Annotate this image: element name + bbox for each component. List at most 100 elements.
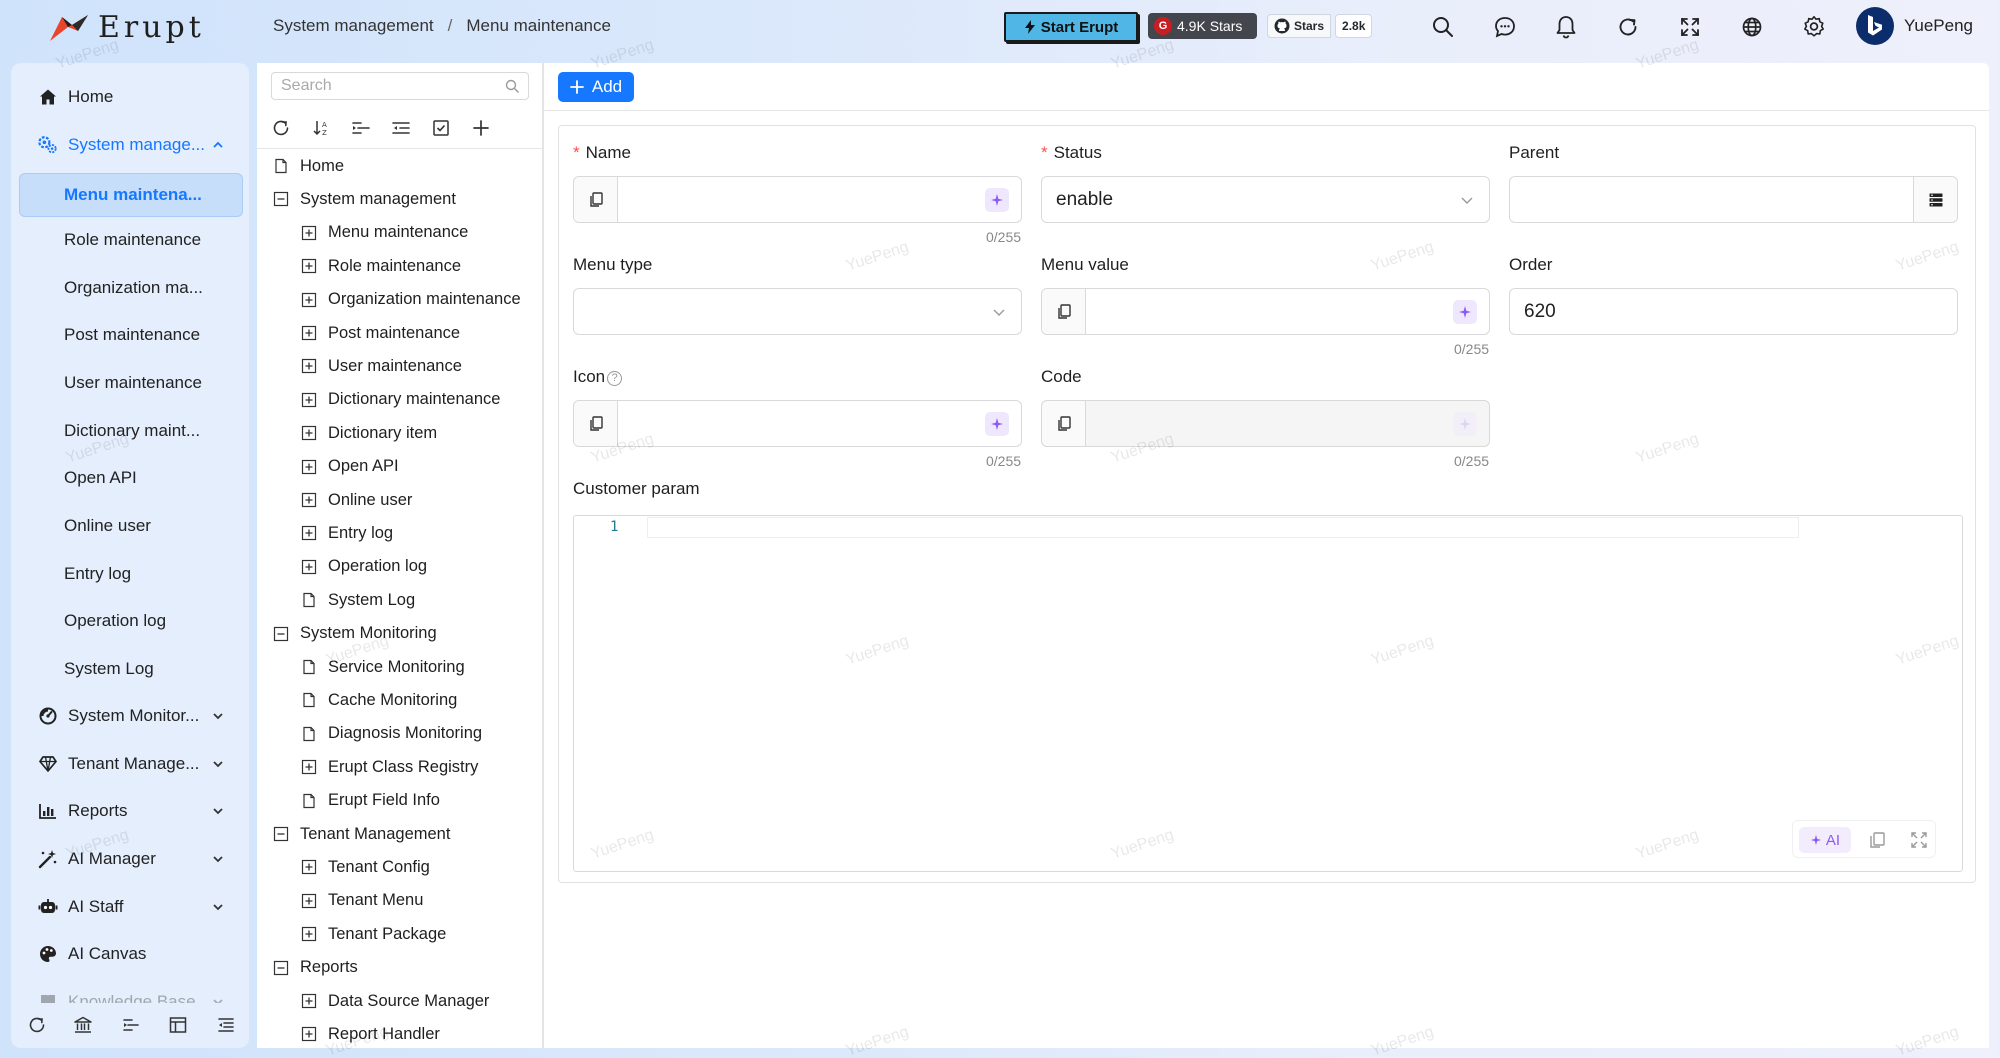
plus-square-icon[interactable] [301,1026,317,1042]
github-stars-button[interactable]: Stars [1267,14,1332,38]
sidebar-item-open-api[interactable]: Open API [11,458,249,498]
sidebar-item-online-user[interactable]: Online user [11,506,249,546]
plus-square-icon[interactable] [301,225,317,241]
plus-square-icon[interactable] [301,492,317,508]
minus-square-icon[interactable] [273,960,289,976]
tree-node[interactable]: System Log [301,585,415,615]
sidebar-item-dictionary-maintenance[interactable]: Dictionary maint... [11,411,249,451]
copy-button[interactable] [574,177,618,222]
parent-picker-button[interactable] [1913,177,1957,222]
tree-expand-icon[interactable] [121,1015,141,1035]
minus-square-icon[interactable] [273,826,289,842]
breadcrumb-item-system[interactable]: System management [273,16,434,36]
tree-node[interactable]: Tenant Management [273,819,450,849]
tree-node[interactable]: Home [273,151,344,181]
check-square-icon[interactable] [431,118,451,138]
erupt-logo[interactable]: Erupt [48,10,205,45]
plus-square-icon[interactable] [301,258,317,274]
tree-node[interactable]: Data Source Manager [301,986,489,1016]
tree-search-input[interactable] [281,77,501,95]
menu-type-select[interactable] [573,288,1022,335]
plus-square-icon[interactable] [301,525,317,541]
status-select[interactable]: enable [1041,176,1490,223]
tree-node[interactable]: Dictionary item [301,418,437,448]
tree-node[interactable]: System management [273,184,456,214]
plus-square-icon[interactable] [301,993,317,1009]
sidebar-item-ai-staff[interactable]: AI Staff [11,887,249,927]
tree-node[interactable]: Entry log [301,518,393,548]
refresh-icon[interactable] [271,118,291,138]
collapse-all-icon[interactable] [391,118,411,138]
bell-icon[interactable] [1553,14,1579,40]
globe-icon[interactable] [1739,14,1765,40]
gitee-stars-badge[interactable]: G 4.9K Stars [1148,13,1257,39]
plus-square-icon[interactable] [301,759,317,775]
expand-all-icon[interactable] [351,118,371,138]
tree-node[interactable]: Tenant Menu [301,886,423,916]
sidebar-item-organization-maintenance[interactable]: Organization ma... [11,268,249,308]
tree-node[interactable]: Operation log [301,552,427,582]
tree-node[interactable]: Tenant Config [301,852,430,882]
sidebar-item-role-maintenance[interactable]: Role maintenance [11,220,249,260]
sidebar-item-system-monitoring[interactable]: System Monitor... [11,696,249,736]
sidebar-item-tenant-management[interactable]: Tenant Manage... [11,744,249,784]
github-stars-badge[interactable]: Stars 2.8k [1267,14,1373,38]
user-menu[interactable]: YuePeng [1856,7,1973,45]
sidebar-item-reports[interactable]: Reports [11,791,249,831]
plus-square-icon[interactable] [301,859,317,875]
sidebar-item-user-maintenance[interactable]: User maintenance [11,363,249,403]
tree-node[interactable]: Dictionary maintenance [301,385,500,415]
sidebar-item-system-management[interactable]: System manage... [11,125,249,165]
copy-button[interactable] [574,401,618,446]
settings-icon[interactable] [1801,14,1827,40]
customer-param-code-editor[interactable]: 1 AI [573,515,1963,872]
minus-square-icon[interactable] [273,191,289,207]
sort-icon[interactable]: AZ [311,118,331,138]
sidebar-item-ai-canvas[interactable]: AI Canvas [11,934,249,974]
tree-node[interactable]: Role maintenance [301,251,461,281]
ai-generate-button[interactable] [985,188,1009,212]
tree-node[interactable]: Open API [301,452,399,482]
search-icon[interactable] [1430,14,1456,40]
ai-assist-button[interactable]: AI [1799,827,1851,853]
bank-icon[interactable] [73,1015,93,1035]
tree-node[interactable]: Service Monitoring [301,652,465,682]
order-field[interactable]: 620 [1509,288,1958,335]
plus-square-icon[interactable] [301,559,317,575]
parent-field[interactable] [1509,176,1958,223]
menu-value-field[interactable] [1041,288,1490,335]
plus-square-icon[interactable] [301,358,317,374]
start-erupt-button[interactable]: Start Erupt [1004,12,1138,42]
tree-node[interactable]: Cache Monitoring [301,685,457,715]
tree-node[interactable]: Diagnosis Monitoring [301,719,482,749]
tree-node[interactable]: Tenant Package [301,919,446,949]
sidebar-item-system-log[interactable]: System Log [11,649,249,689]
fullscreen-icon[interactable] [1677,14,1703,40]
plus-square-icon[interactable] [301,459,317,475]
plus-square-icon[interactable] [301,425,317,441]
ai-generate-button[interactable] [1453,300,1477,324]
sidebar-item-entry-log[interactable]: Entry log [11,554,249,594]
plus-square-icon[interactable] [301,893,317,909]
tree-node[interactable]: Reports [273,953,358,983]
avatar[interactable] [1856,7,1894,45]
editor-current-line[interactable] [647,517,1799,538]
tree-search-box[interactable] [271,72,529,100]
plus-square-icon[interactable] [301,292,317,308]
layout-icon[interactable] [168,1015,188,1035]
plus-square-icon[interactable] [301,325,317,341]
minus-square-icon[interactable] [273,626,289,642]
tree-node[interactable]: Post maintenance [301,318,460,348]
tree-node[interactable]: System Monitoring [273,619,437,649]
name-field[interactable] [573,176,1022,223]
tree-node[interactable]: Erupt Class Registry [301,752,478,782]
icon-field[interactable] [573,400,1022,447]
plus-square-icon[interactable] [301,926,317,942]
tree-node[interactable]: Online user [301,485,412,515]
add-button[interactable]: Add [558,72,634,102]
tree-node[interactable]: Organization maintenance [301,285,521,315]
tree-node[interactable]: Report Handler [301,1019,440,1049]
tree-node[interactable]: User maintenance [301,351,462,381]
copy-icon[interactable] [1867,830,1887,850]
copy-button[interactable] [1042,401,1086,446]
